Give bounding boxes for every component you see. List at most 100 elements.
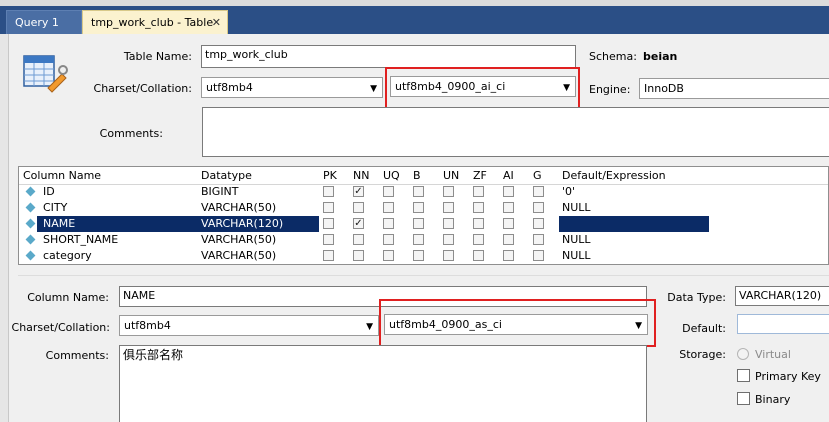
g-checkbox[interactable] (533, 218, 544, 229)
pk-checkbox[interactable] (323, 202, 334, 213)
table-row[interactable]: CITY VARCHAR(50) NULL (19, 200, 828, 216)
b-checkbox[interactable] (413, 250, 424, 261)
table-name-input[interactable]: tmp_work_club (201, 45, 576, 68)
column-name-cell: category (43, 249, 92, 262)
column-diamond-icon (25, 250, 36, 261)
nn-checkbox[interactable] (353, 202, 364, 213)
datatype-cell: VARCHAR(120) (201, 217, 284, 230)
uq-checkbox[interactable] (383, 218, 394, 229)
default-cell: NULL (562, 201, 591, 214)
g-checkbox[interactable] (533, 202, 544, 213)
b-checkbox[interactable] (413, 234, 424, 245)
column-collation-value: utf8mb4_0900_as_ci (389, 318, 502, 331)
collation-select[interactable]: utf8mb4_0900_ai_ci ▼ (390, 76, 576, 97)
un-checkbox[interactable] (443, 250, 454, 261)
table-row-selected[interactable]: NAME VARCHAR(120) ✓ (19, 216, 828, 232)
engine-select[interactable]: InnoDB (639, 78, 829, 99)
un-checkbox[interactable] (443, 186, 454, 197)
default-cell: '0' (562, 185, 576, 198)
ai-checkbox[interactable] (503, 186, 514, 197)
column-charset-value: utf8mb4 (124, 319, 171, 332)
header-g[interactable]: G (533, 169, 542, 182)
column-name-label: Column Name: (27, 291, 109, 304)
default-input[interactable] (737, 314, 829, 334)
pk-checkbox[interactable] (323, 186, 334, 197)
zf-checkbox[interactable] (473, 250, 484, 261)
column-comments-textarea[interactable]: 俱乐部名称 (119, 345, 647, 422)
header-un[interactable]: UN (443, 169, 459, 182)
header-datatype[interactable]: Datatype (201, 169, 252, 182)
ai-checkbox[interactable] (503, 234, 514, 245)
pk-checkbox[interactable] (323, 218, 334, 229)
column-name-cell: SHORT_NAME (43, 233, 119, 246)
column-charset-select[interactable]: utf8mb4 ▼ (119, 315, 379, 336)
tab-tmp-work-club-table[interactable]: tmp_work_club - Table ✕ (82, 10, 228, 34)
g-checkbox[interactable] (533, 234, 544, 245)
zf-checkbox[interactable] (473, 186, 484, 197)
table-row[interactable]: SHORT_NAME VARCHAR(50) NULL (19, 232, 828, 248)
header-column-name[interactable]: Column Name (23, 169, 101, 182)
zf-checkbox[interactable] (473, 218, 484, 229)
datatype-cell: VARCHAR(50) (201, 233, 277, 246)
column-comments-label: Comments: (45, 349, 109, 362)
column-diamond-icon (25, 218, 36, 229)
header-ai[interactable]: AI (503, 169, 514, 182)
header-nn[interactable]: NN (353, 169, 369, 182)
un-checkbox[interactable] (443, 202, 454, 213)
header-zf[interactable]: ZF (473, 169, 487, 182)
ai-checkbox[interactable] (503, 218, 514, 229)
b-checkbox[interactable] (413, 186, 424, 197)
column-name-cell: ID (43, 185, 55, 198)
dropdown-arrow-icon: ▼ (366, 322, 373, 332)
binary-label: Binary (755, 393, 791, 406)
column-charset-label: Charset/Collation: (11, 321, 110, 334)
default-cell: NULL (562, 249, 591, 262)
header-b[interactable]: B (413, 169, 421, 182)
pk-checkbox[interactable] (323, 250, 334, 261)
uq-checkbox[interactable] (383, 250, 394, 261)
header-uq[interactable]: UQ (383, 169, 400, 182)
b-checkbox[interactable] (413, 218, 424, 229)
uq-checkbox[interactable] (383, 186, 394, 197)
datatype-cell: VARCHAR(50) (201, 201, 277, 214)
virtual-radio[interactable] (737, 348, 749, 360)
engine-value: InnoDB (644, 82, 684, 95)
uq-checkbox[interactable] (383, 234, 394, 245)
dropdown-arrow-icon: ▼ (563, 83, 570, 93)
charset-select[interactable]: utf8mb4 ▼ (201, 77, 383, 98)
datatype-input[interactable]: VARCHAR(120) (735, 286, 829, 306)
column-collation-select[interactable]: utf8mb4_0900_as_ci ▼ (384, 314, 648, 335)
pk-checkbox[interactable] (323, 234, 334, 245)
zf-checkbox[interactable] (473, 202, 484, 213)
table-name-label: Table Name: (123, 50, 192, 63)
divider (18, 275, 829, 276)
table-row[interactable]: ID BIGINT ✓ '0' (19, 184, 828, 200)
zf-checkbox[interactable] (473, 234, 484, 245)
columns-grid[interactable]: Column Name Datatype PK NN UQ B UN ZF AI… (18, 166, 829, 265)
tab-bar: Query 1 tmp_work_club - Table ✕ (0, 6, 829, 34)
table-row[interactable]: category VARCHAR(50) NULL (19, 248, 828, 264)
binary-checkbox[interactable] (737, 392, 750, 405)
ai-checkbox[interactable] (503, 250, 514, 261)
un-checkbox[interactable] (443, 218, 454, 229)
nn-checkbox[interactable] (353, 234, 364, 245)
nn-checkbox[interactable]: ✓ (353, 186, 364, 197)
dropdown-arrow-icon: ▼ (370, 84, 377, 94)
tab-query-1[interactable]: Query 1 (6, 10, 82, 34)
g-checkbox[interactable] (533, 250, 544, 261)
ai-checkbox[interactable] (503, 202, 514, 213)
engine-label: Engine: (589, 83, 631, 96)
uq-checkbox[interactable] (383, 202, 394, 213)
header-pk[interactable]: PK (323, 169, 337, 182)
primary-key-checkbox[interactable] (737, 369, 750, 382)
nn-checkbox[interactable]: ✓ (353, 218, 364, 229)
header-default[interactable]: Default/Expression (562, 169, 666, 182)
close-icon[interactable]: ✕ (212, 11, 221, 35)
nn-checkbox[interactable] (353, 250, 364, 261)
charset-value: utf8mb4 (206, 81, 253, 94)
un-checkbox[interactable] (443, 234, 454, 245)
g-checkbox[interactable] (533, 186, 544, 197)
b-checkbox[interactable] (413, 202, 424, 213)
storage-label: Storage: (679, 348, 726, 361)
table-comments-textarea[interactable] (202, 107, 829, 157)
